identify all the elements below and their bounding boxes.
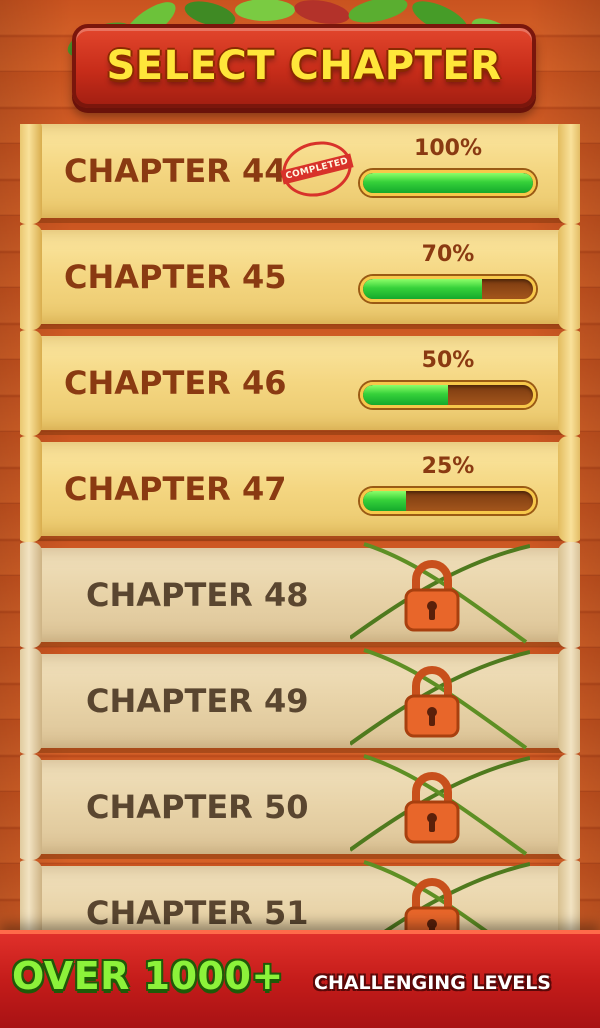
chapter-title: CHAPTER 49 — [86, 682, 309, 720]
scroll-banner: CHAPTER 45 70% — [20, 224, 580, 330]
progress-bar — [360, 382, 536, 408]
chapter-row[interactable]: CHAPTER 47 25% — [20, 436, 580, 542]
scroll-curl-left — [20, 648, 42, 754]
progress-fill — [363, 173, 533, 193]
promo-banner: OVER 1000+ CHALLENGING LEVELS — [0, 930, 600, 1028]
chapter-title: CHAPTER 48 — [86, 576, 309, 614]
page-title: SELECT CHAPTER — [106, 43, 502, 89]
progress-fill — [363, 385, 448, 405]
scroll-banner: CHAPTER 49 — [20, 648, 580, 754]
scroll-curl-left — [20, 542, 42, 648]
padlock-icon — [404, 772, 460, 844]
chapter-title: CHAPTER 51 — [86, 894, 309, 932]
completed-stamp: COMPLETED — [276, 134, 358, 204]
scroll-banner: CHAPTER 48 — [20, 542, 580, 648]
chapter-title: CHAPTER 46 — [64, 364, 287, 402]
padlock-icon — [404, 666, 460, 738]
chapter-row-locked[interactable]: CHAPTER 48 — [20, 542, 580, 648]
scroll-curl-right — [558, 542, 580, 648]
chapter-row-locked[interactable]: CHAPTER 49 — [20, 648, 580, 754]
scroll-banner: CHAPTER 44 COMPLETED 100% — [20, 124, 580, 224]
chapter-row-locked[interactable]: CHAPTER 50 — [20, 754, 580, 860]
progress-percent: 70% — [421, 242, 475, 267]
scroll-curl-right — [558, 754, 580, 860]
chapter-title: CHAPTER 50 — [86, 788, 309, 826]
padlock-icon — [404, 560, 460, 632]
promo-subline: CHALLENGING LEVELS — [314, 972, 551, 994]
chapter-list[interactable]: CHAPTER 44 COMPLETED 100% CHAPTER 45 70%… — [20, 124, 580, 940]
title-banner: SELECT CHAPTER — [72, 24, 536, 108]
scroll-banner: CHAPTER 47 25% — [20, 436, 580, 542]
progress-percent: 25% — [421, 454, 475, 479]
chapter-row[interactable]: CHAPTER 46 50% — [20, 330, 580, 436]
scroll-curl-left — [20, 754, 42, 860]
scroll-curl-right — [558, 330, 580, 436]
progress-bar — [360, 276, 536, 302]
scroll-curl-right — [558, 648, 580, 754]
promo-headline: OVER 1000+ — [12, 954, 284, 998]
chapter-row[interactable]: CHAPTER 44 COMPLETED 100% — [20, 124, 580, 224]
progress-bar — [360, 488, 536, 514]
scroll-banner: CHAPTER 46 50% — [20, 330, 580, 436]
scroll-curl-left — [20, 224, 42, 330]
scroll-curl-left — [20, 330, 42, 436]
progress-bar — [360, 170, 536, 196]
scroll-curl-right — [558, 124, 580, 224]
chapter-row-locked[interactable]: CHAPTER 51 — [20, 860, 580, 940]
scroll-curl-right — [558, 224, 580, 330]
scroll-curl-left — [20, 124, 42, 224]
progress-fill — [363, 279, 482, 299]
scroll-curl-right — [558, 436, 580, 542]
progress-percent: 100% — [414, 136, 482, 161]
scroll-banner: CHAPTER 50 — [20, 754, 580, 860]
scroll-curl-left — [20, 436, 42, 542]
chapter-title: CHAPTER 44 — [64, 152, 287, 190]
chapter-title: CHAPTER 45 — [64, 258, 287, 296]
scroll-curl-left — [20, 860, 42, 940]
scroll-banner: CHAPTER 51 — [20, 860, 580, 940]
progress-percent: 50% — [421, 348, 475, 373]
progress-fill — [363, 491, 406, 511]
stamp-text: COMPLETED — [280, 153, 354, 185]
chapter-row[interactable]: CHAPTER 45 70% — [20, 224, 580, 330]
chapter-title: CHAPTER 47 — [64, 470, 287, 508]
scroll-curl-right — [558, 860, 580, 940]
